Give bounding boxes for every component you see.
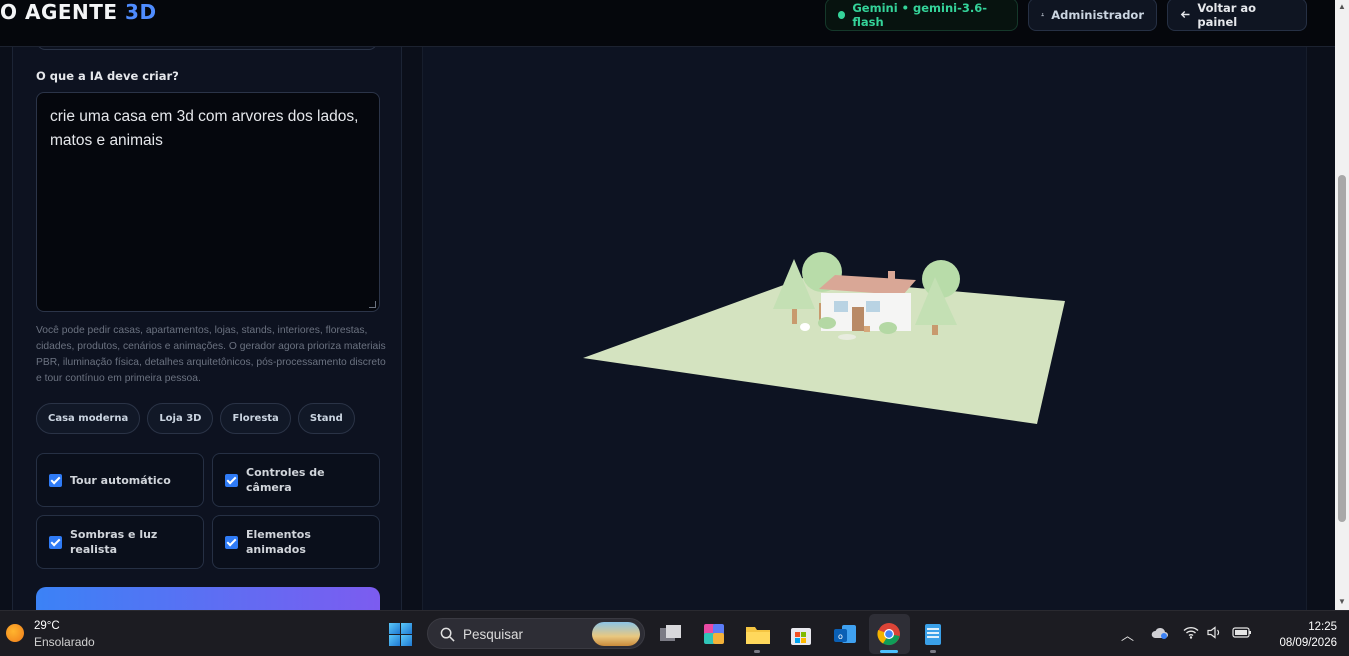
search-placeholder: Pesquisar: [463, 627, 524, 642]
option-label: Sombras e luz realista: [70, 528, 158, 556]
scroll-down-icon[interactable]: ▼: [1338, 598, 1346, 606]
task-view-icon[interactable]: [656, 619, 686, 649]
top-bar: O AGENTE 3D Gemini • gemini-3.6-flash Ad…: [0, 0, 1335, 47]
generate-button[interactable]: [36, 587, 380, 610]
running-indicator: [754, 650, 760, 653]
search-highlight-icon: [592, 622, 640, 646]
sheep-animal: [800, 323, 810, 331]
sun-icon[interactable]: [6, 624, 24, 642]
brand-main: O AGENTE: [0, 0, 118, 24]
resize-handle-icon[interactable]: [369, 301, 376, 308]
animated-elements-checkbox[interactable]: [225, 535, 238, 549]
taskbar-clock[interactable]: 12:25 08/09/2026: [1267, 619, 1337, 651]
preset-chip-loja-3d[interactable]: Loja 3D: [147, 403, 214, 434]
clock-time: 12:25: [1308, 621, 1337, 633]
notepad-icon[interactable]: [918, 619, 948, 649]
clock-date: 08/09/2026: [1279, 637, 1337, 649]
auto-tour-checkbox[interactable]: [49, 473, 62, 487]
bush: [818, 317, 836, 329]
option-auto-tour[interactable]: Tour automático: [36, 453, 204, 507]
outlook-icon[interactable]: o: [830, 619, 860, 649]
preset-chip-casa-moderna[interactable]: Casa moderna: [36, 403, 141, 434]
weather-temperature[interactable]: 29°C: [34, 620, 60, 632]
onedrive-icon[interactable]: [1151, 626, 1169, 640]
option-camera-controls[interactable]: Controles de câmera: [212, 453, 380, 507]
option-label: Elementos animados: [246, 528, 311, 556]
prompt-label: O que a IA deve criar?: [36, 69, 179, 83]
preset-chip-floresta[interactable]: Floresta: [220, 403, 291, 434]
microsoft-store-icon[interactable]: [786, 619, 816, 649]
house-window: [834, 301, 848, 312]
prompt-value: crie uma casa em 3d com arvores dos lado…: [50, 108, 359, 149]
option-animated-elements[interactable]: Elementos animados: [212, 515, 380, 569]
option-label: Tour automático: [70, 473, 171, 487]
scroll-up-icon[interactable]: ▲: [1338, 3, 1346, 11]
camera-controls-checkbox[interactable]: [225, 473, 238, 487]
preset-chip-stand[interactable]: Stand: [297, 403, 355, 434]
m365-copilot-icon[interactable]: [699, 619, 729, 649]
help-text: Você pode pedir casas, apartamentos, loj…: [36, 325, 386, 384]
search-icon: [440, 627, 455, 642]
3d-viewer-canvas[interactable]: [422, 47, 1307, 610]
bush: [879, 322, 897, 334]
chimney: [888, 271, 895, 283]
user-button[interactable]: Administrador: [1028, 0, 1157, 31]
scrollbar-thumb[interactable]: [1338, 175, 1346, 522]
status-dot-icon: [838, 10, 846, 19]
preset-chips: Casa moderna Loja 3D Floresta Stand: [36, 403, 355, 434]
active-indicator: [880, 650, 898, 653]
wifi-icon[interactable]: [1183, 626, 1199, 639]
dog-animal: [864, 326, 870, 332]
house-door: [852, 307, 864, 331]
back-to-panel-button[interactable]: Voltar ao painel: [1167, 0, 1307, 31]
brand-logo[interactable]: O AGENTE 3D: [0, 0, 157, 24]
svg-text:o: o: [838, 632, 843, 641]
user-label: Administrador: [1051, 7, 1144, 22]
generator-panel: O que a IA deve criar? crie uma casa em …: [12, 47, 402, 610]
user-icon: [1041, 13, 1044, 17]
file-explorer-icon[interactable]: [743, 619, 773, 649]
battery-icon[interactable]: [1232, 625, 1252, 639]
chrome-icon[interactable]: [874, 619, 904, 649]
brand-accent: 3D: [125, 0, 157, 24]
model-status-badge[interactable]: Gemini • gemini-3.6-flash: [825, 0, 1018, 31]
model-status-text: Gemini • gemini-3.6-flash: [852, 0, 988, 29]
back-label: Voltar ao painel: [1197, 0, 1257, 29]
path-stone: [838, 334, 856, 340]
house-window: [866, 301, 880, 312]
chevron-up-icon[interactable]: ︿: [1121, 625, 1134, 644]
volume-icon[interactable]: [1207, 626, 1223, 639]
previous-field[interactable]: [37, 47, 377, 50]
prompt-textarea[interactable]: crie uma casa em 3d com arvores dos lado…: [36, 92, 380, 312]
realistic-shadows-checkbox[interactable]: [49, 535, 62, 549]
taskbar-search[interactable]: Pesquisar: [427, 618, 645, 649]
windows-taskbar: 29°C Ensolarado Pesquisar o ︿ 12:25 08/0…: [0, 610, 1349, 656]
option-realistic-shadows[interactable]: Sombras e luz realista: [36, 515, 204, 569]
arrow-left-icon: [1180, 10, 1190, 19]
running-indicator: [930, 650, 936, 653]
windows-start-icon[interactable]: [389, 623, 412, 646]
option-label: Controles de câmera: [246, 466, 325, 494]
scene-render: [583, 252, 1065, 424]
weather-condition[interactable]: Ensolarado: [34, 635, 95, 649]
